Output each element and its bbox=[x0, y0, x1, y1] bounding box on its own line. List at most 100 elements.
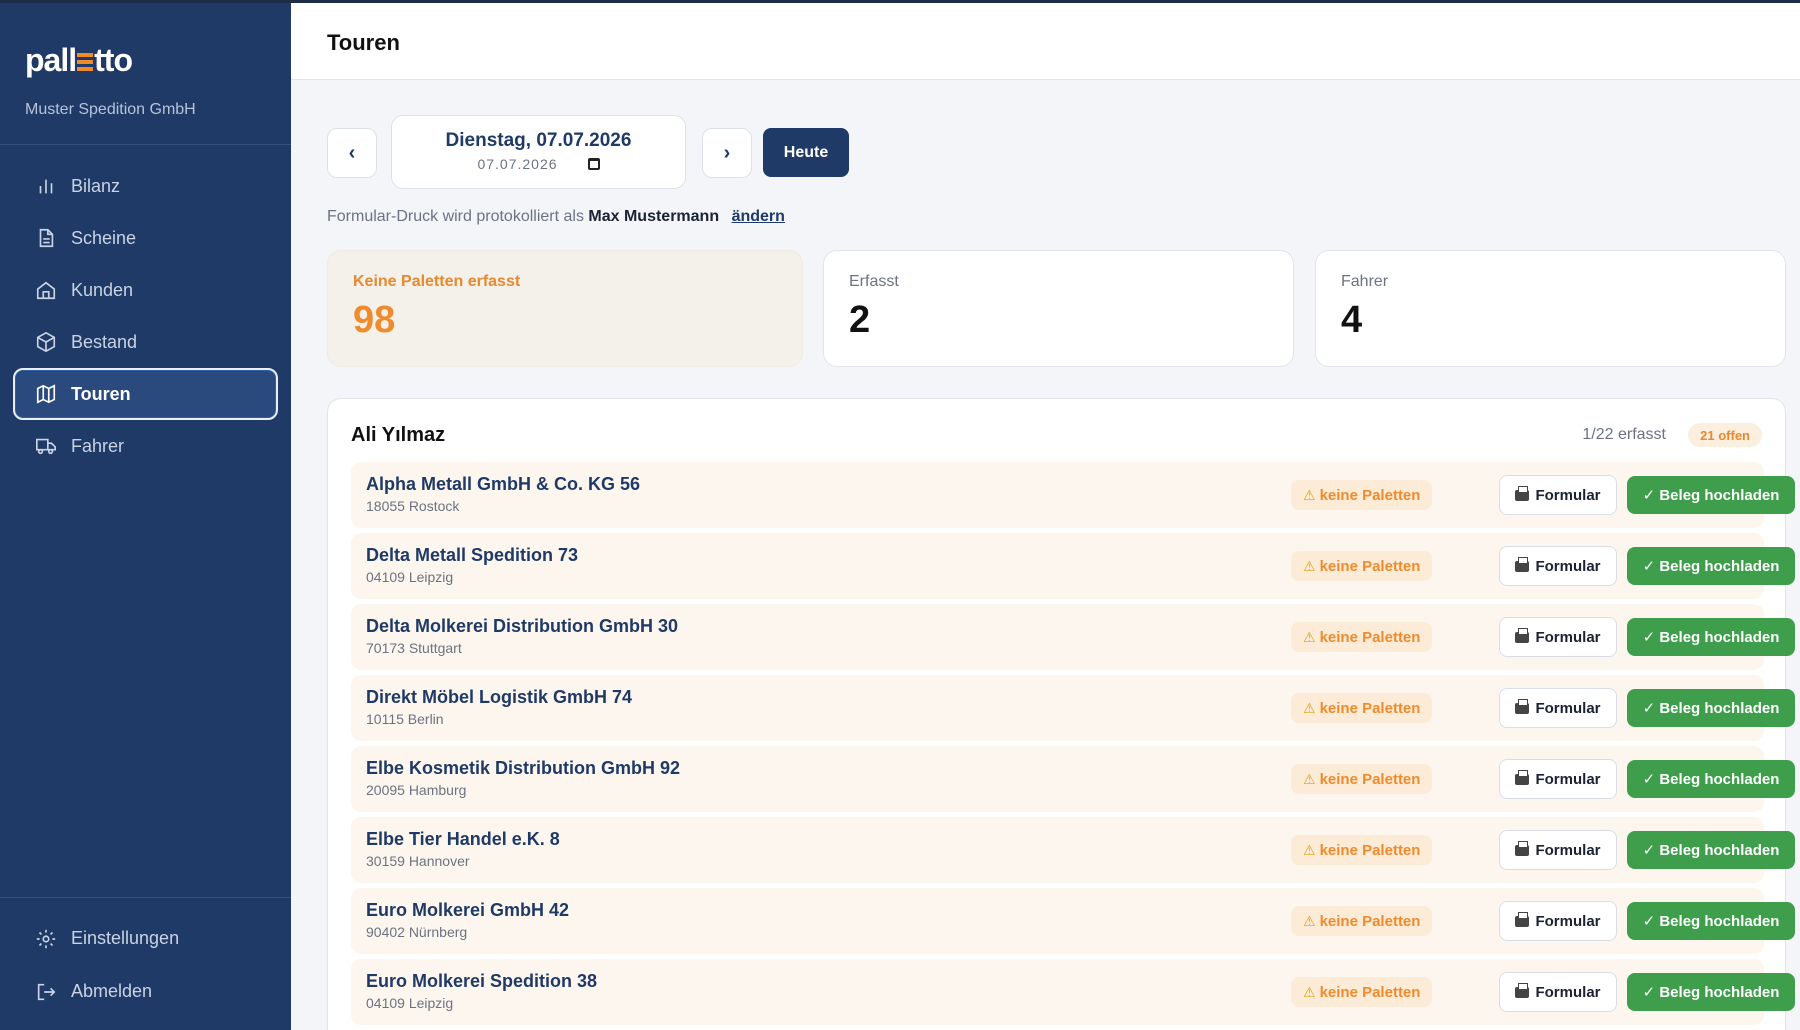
warning-icon: ⚠ bbox=[1303, 770, 1316, 787]
sidebar-item-label: Touren bbox=[71, 383, 131, 404]
warning-icon: ⚠ bbox=[1303, 912, 1316, 929]
printer-icon bbox=[1515, 769, 1530, 785]
sidebar-item-logout[interactable]: Abmelden bbox=[13, 965, 278, 1018]
stat-value: 2 bbox=[849, 299, 871, 341]
customer-name[interactable]: Euro Molkerei Spedition 38 bbox=[366, 971, 597, 992]
upload-receipt-button[interactable]: ✓ Beleg hochladen bbox=[1627, 547, 1795, 585]
company-name: Muster Spedition GmbH bbox=[25, 101, 196, 118]
customer-name[interactable]: Euro Molkerei GmbH 42 bbox=[366, 900, 569, 921]
customer-city: 30159 Hannover bbox=[366, 853, 470, 869]
calendar-icon[interactable] bbox=[587, 158, 600, 170]
change-user-link[interactable]: ändern bbox=[732, 208, 785, 225]
gear-icon bbox=[36, 929, 56, 948]
sidebar-item-label: Abmelden bbox=[71, 981, 153, 1001]
sidebar: pall tto Muster Spedition GmbH Bilanz Sch… bbox=[0, 0, 291, 1030]
no-pallets-label: keine Paletten bbox=[1319, 770, 1421, 788]
upload-receipt-button[interactable]: ✓ Beleg hochladen bbox=[1627, 902, 1795, 940]
upload-receipt-button[interactable]: ✓ Beleg hochladen bbox=[1627, 689, 1795, 727]
form-print-button[interactable]: Formular bbox=[1499, 972, 1617, 1012]
prev-day-button[interactable]: ‹ bbox=[327, 128, 377, 178]
sidebar-divider bbox=[0, 144, 291, 145]
form-button-label: Formular bbox=[1535, 912, 1601, 930]
stat-card-recorded: Erfasst 2 bbox=[823, 250, 1294, 367]
stop-row: Delta Metall Spedition 73 04109 Leipzig … bbox=[351, 533, 1795, 599]
form-button-label: Formular bbox=[1535, 699, 1601, 717]
open-count-badge: 21 offen bbox=[1688, 423, 1762, 447]
warning-icon: ⚠ bbox=[1303, 628, 1316, 645]
date-picker[interactable]: Dienstag, 07.07.2026 07.07.2026 bbox=[391, 115, 686, 189]
upload-receipt-button[interactable]: ✓ Beleg hochladen bbox=[1627, 618, 1795, 656]
next-day-button[interactable]: › bbox=[702, 128, 752, 178]
date-input[interactable]: 07.07.2026 bbox=[392, 156, 685, 172]
upload-button-label: ✓ Beleg hochladen bbox=[1642, 771, 1780, 788]
upload-receipt-button[interactable]: ✓ Beleg hochladen bbox=[1627, 973, 1795, 1011]
customer-city: 04109 Leipzig bbox=[366, 569, 454, 585]
upload-button-label: ✓ Beleg hochladen bbox=[1642, 913, 1780, 930]
upload-receipt-button[interactable]: ✓ Beleg hochladen bbox=[1627, 760, 1795, 798]
upload-button-label: ✓ Beleg hochladen bbox=[1642, 984, 1780, 1001]
stop-list: Alpha Metall GmbH & Co. KG 56 18055 Rost… bbox=[351, 462, 1795, 1030]
top-border bbox=[0, 0, 1800, 3]
form-print-button[interactable]: Formular bbox=[1499, 617, 1617, 657]
sidebar-divider bbox=[0, 897, 291, 898]
form-print-button[interactable]: Formular bbox=[1499, 759, 1617, 799]
stop-row: Delta Molkerei Distribution GmbH 30 7017… bbox=[351, 604, 1795, 670]
document-icon bbox=[39, 228, 54, 248]
form-print-button[interactable]: Formular bbox=[1499, 901, 1617, 941]
sidebar-item-fahrer[interactable]: Fahrer bbox=[13, 420, 278, 472]
logo-mark-icon bbox=[77, 53, 94, 73]
box-icon bbox=[36, 331, 56, 353]
customer-name[interactable]: Alpha Metall GmbH & Co. KG 56 bbox=[366, 474, 640, 495]
sidebar-item-scheine[interactable]: Scheine bbox=[13, 212, 278, 264]
stat-card-no-pallets: Keine Paletten erfasst 98 bbox=[327, 250, 803, 367]
upload-receipt-button[interactable]: ✓ Beleg hochladen bbox=[1627, 476, 1795, 514]
form-button-label: Formular bbox=[1535, 841, 1601, 859]
logo: pall tto bbox=[25, 42, 133, 78]
upload-button-label: ✓ Beleg hochladen bbox=[1642, 842, 1780, 859]
sidebar-item-bilanz[interactable]: Bilanz bbox=[13, 160, 278, 212]
no-pallets-label: keine Paletten bbox=[1319, 912, 1421, 930]
customer-name[interactable]: Direkt Möbel Logistik GmbH 74 bbox=[366, 687, 632, 708]
warning-icon: ⚠ bbox=[1303, 841, 1316, 858]
no-pallets-label: keine Paletten bbox=[1319, 841, 1421, 859]
customer-name[interactable]: Delta Metall Spedition 73 bbox=[366, 545, 578, 566]
warning-icon: ⚠ bbox=[1303, 486, 1316, 503]
form-print-button[interactable]: Formular bbox=[1499, 688, 1617, 728]
sidebar-item-label: Fahrer bbox=[71, 435, 125, 456]
printer-icon bbox=[1515, 698, 1530, 714]
protocol-note: Formular-Druck wird protokolliert als Ma… bbox=[327, 208, 785, 225]
truck-icon bbox=[36, 438, 56, 455]
stat-value: 98 bbox=[353, 299, 396, 341]
form-print-button[interactable]: Formular bbox=[1499, 546, 1617, 586]
sidebar-item-kunden[interactable]: Kunden bbox=[13, 264, 278, 316]
sidebar-item-touren[interactable]: Touren bbox=[13, 368, 278, 420]
form-print-button[interactable]: Formular bbox=[1499, 475, 1617, 515]
upload-receipt-button[interactable]: ✓ Beleg hochladen bbox=[1627, 831, 1795, 869]
bar-chart-icon bbox=[39, 179, 53, 194]
form-button-label: Formular bbox=[1535, 557, 1601, 575]
form-print-button[interactable]: Formular bbox=[1499, 830, 1617, 870]
tour-section: Ali Yılmaz 1/22 erfasst 21 offen Alpha M… bbox=[327, 398, 1795, 1030]
no-pallets-label: keine Paletten bbox=[1319, 486, 1421, 504]
no-pallets-badge: ⚠ keine Paletten bbox=[1291, 977, 1433, 1007]
sidebar-bottom-nav: Einstellungen Abmelden bbox=[13, 912, 278, 1018]
customer-name[interactable]: Delta Molkerei Distribution GmbH 30 bbox=[366, 616, 678, 637]
date-display: Dienstag, 07.07.2026 bbox=[445, 130, 632, 151]
no-pallets-label: keine Paletten bbox=[1319, 628, 1421, 646]
no-pallets-label: keine Paletten bbox=[1319, 699, 1421, 717]
tour-progress: 1/22 erfasst bbox=[1582, 426, 1666, 443]
map-icon bbox=[36, 384, 56, 404]
page-title: Touren bbox=[327, 30, 400, 55]
sidebar-item-label: Scheine bbox=[71, 227, 137, 248]
customer-name[interactable]: Elbe Kosmetik Distribution GmbH 92 bbox=[366, 758, 680, 779]
sidebar-item-settings[interactable]: Einstellungen bbox=[13, 912, 278, 965]
customer-city: 04109 Leipzig bbox=[366, 995, 454, 1011]
sidebar-item-bestand[interactable]: Bestand bbox=[13, 316, 278, 368]
customer-name[interactable]: Elbe Tier Handel e.K. 8 bbox=[366, 829, 560, 850]
sidebar-item-label: Einstellungen bbox=[71, 928, 180, 948]
form-button-label: Formular bbox=[1535, 628, 1601, 646]
form-button-label: Formular bbox=[1535, 486, 1601, 504]
customer-city: 10115 Berlin bbox=[366, 711, 444, 727]
warning-icon: ⚠ bbox=[1303, 557, 1316, 574]
today-button[interactable]: Heute bbox=[763, 128, 849, 177]
